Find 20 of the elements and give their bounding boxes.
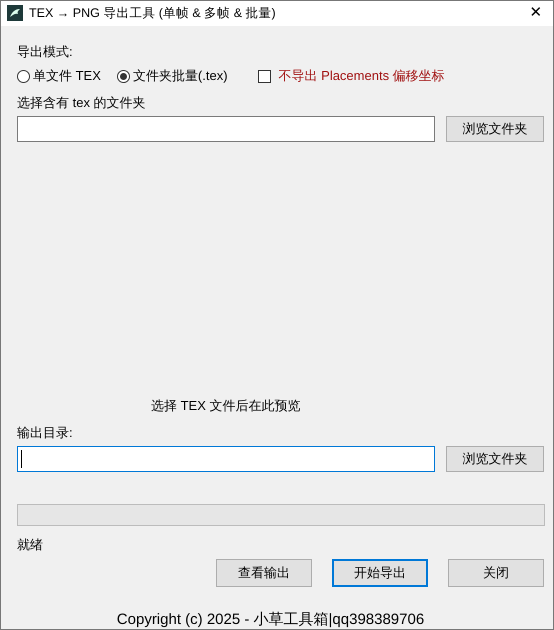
output-label: 输出目录: (17, 424, 74, 442)
status-text: 就绪 (17, 536, 44, 554)
radio-label[interactable]: 单文件 TEX (33, 66, 101, 86)
mode-label: 导出模式: (17, 42, 74, 60)
preview-text: 选择 TEX 文件后在此预览 (151, 398, 301, 412)
action-button[interactable]: 查看输出 (216, 559, 312, 587)
close-button[interactable]: ✕ (519, 2, 553, 24)
radio-label[interactable]: 文件夹批量(.tex) (132, 66, 228, 86)
action-button[interactable]: 关闭 (448, 559, 544, 587)
output-field[interactable] (17, 446, 435, 472)
action-button[interactable]: 开始导出 (332, 559, 428, 587)
browse-button[interactable]: 浏览文件夹 (446, 116, 544, 142)
browse-button[interactable]: 浏览文件夹 (446, 446, 544, 472)
window-title: TEX → PNG 导出工具 (单帧 & 多帧 & 批量) (29, 4, 276, 22)
folder-field[interactable] (17, 116, 435, 142)
radio-button[interactable] (17, 70, 30, 82)
folder-label: 选择含有 tex 的文件夹 (17, 94, 147, 112)
radio-button[interactable] (116, 70, 130, 82)
placements-checkbox[interactable]: 不导出 Placements 偏移坐标 (258, 66, 445, 86)
copyright-text: Copyright (c) 2025 - 小草工具箱|qq398389706 (116, 611, 424, 628)
